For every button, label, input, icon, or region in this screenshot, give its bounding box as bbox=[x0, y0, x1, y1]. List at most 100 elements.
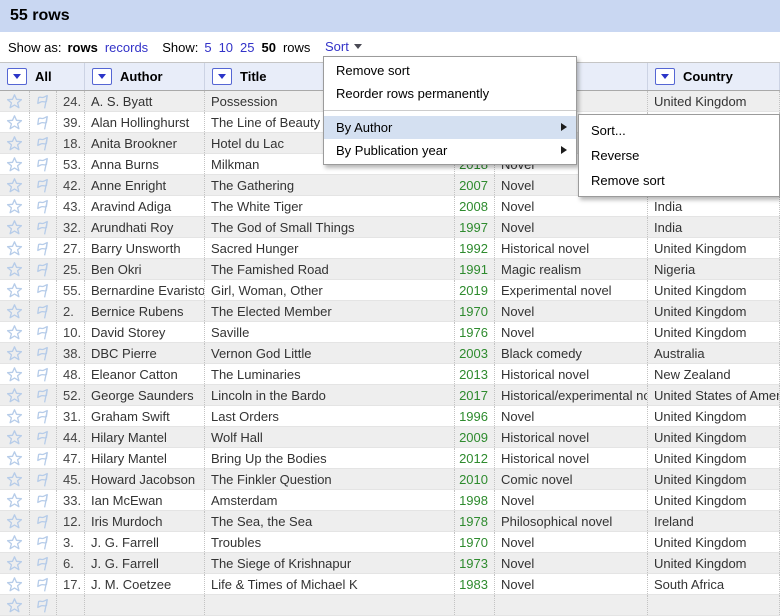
title-cell: Bring Up the Bodies bbox=[205, 448, 455, 468]
flag-icon[interactable] bbox=[35, 114, 52, 131]
page-size-5-link[interactable]: 5 bbox=[204, 40, 211, 55]
star-icon[interactable] bbox=[6, 492, 23, 509]
star-icon[interactable] bbox=[6, 261, 23, 278]
star-icon[interactable] bbox=[6, 324, 23, 341]
star-icon[interactable] bbox=[6, 219, 23, 236]
author-cell: Graham Swift bbox=[85, 406, 205, 426]
flag-icon[interactable] bbox=[35, 282, 52, 299]
flag-icon[interactable] bbox=[35, 219, 52, 236]
submenu-item[interactable]: Remove sort bbox=[579, 168, 779, 193]
flag-icon[interactable] bbox=[35, 345, 52, 362]
star-icon[interactable] bbox=[6, 114, 23, 131]
star-icon[interactable] bbox=[6, 387, 23, 404]
row-number: 52. bbox=[57, 385, 85, 405]
flag-icon[interactable] bbox=[35, 387, 52, 404]
author-cell: Hilary Mantel bbox=[85, 427, 205, 447]
menu-item[interactable]: By Publication year bbox=[324, 139, 576, 162]
star-icon[interactable] bbox=[6, 135, 23, 152]
flag-icon[interactable] bbox=[35, 177, 52, 194]
submenu-item[interactable]: Sort... bbox=[579, 118, 779, 143]
genre-cell: Novel bbox=[495, 406, 648, 426]
star-icon[interactable] bbox=[6, 450, 23, 467]
flag-icon[interactable] bbox=[35, 429, 52, 446]
country-cell: United Kingdom bbox=[648, 448, 780, 468]
author-cell: Bernice Rubens bbox=[85, 301, 205, 321]
flag-icon[interactable] bbox=[35, 303, 52, 320]
star-icon[interactable] bbox=[6, 198, 23, 215]
flag-icon[interactable] bbox=[35, 450, 52, 467]
flag-icon[interactable] bbox=[35, 135, 52, 152]
flag-icon[interactable] bbox=[35, 261, 52, 278]
author-cell: Anne Enright bbox=[85, 175, 205, 195]
column-dropdown-icon[interactable] bbox=[655, 68, 675, 85]
genre-cell: Novel bbox=[495, 532, 648, 552]
country-cell: South Africa bbox=[648, 574, 780, 594]
flag-icon[interactable] bbox=[35, 555, 52, 572]
genre-cell: Historical novel bbox=[495, 427, 648, 447]
flag-icon[interactable] bbox=[35, 471, 52, 488]
show-as-records-link[interactable]: records bbox=[105, 40, 148, 55]
star-icon[interactable] bbox=[6, 429, 23, 446]
star-icon[interactable] bbox=[6, 576, 23, 593]
table-row bbox=[0, 595, 780, 616]
page-size-10-link[interactable]: 10 bbox=[219, 40, 233, 55]
submenu-item-label: Remove sort bbox=[591, 173, 665, 188]
genre-cell: Novel bbox=[495, 196, 648, 216]
show-as-rows-option[interactable]: rows bbox=[67, 40, 97, 55]
column-label-country: Country bbox=[683, 69, 733, 84]
flag-cell bbox=[30, 112, 57, 132]
country-cell: United Kingdom bbox=[648, 553, 780, 573]
flag-icon[interactable] bbox=[35, 324, 52, 341]
flag-icon[interactable] bbox=[35, 576, 52, 593]
star-cell bbox=[0, 280, 30, 300]
star-cell bbox=[0, 196, 30, 216]
star-icon[interactable] bbox=[6, 345, 23, 362]
star-cell bbox=[0, 532, 30, 552]
flag-icon[interactable] bbox=[35, 513, 52, 530]
star-icon[interactable] bbox=[6, 366, 23, 383]
page-size-50-selected[interactable]: 50 bbox=[262, 40, 276, 55]
page-size-25-link[interactable]: 25 bbox=[240, 40, 254, 55]
menu-item[interactable]: Remove sort bbox=[324, 59, 576, 82]
column-dropdown-icon[interactable] bbox=[212, 68, 232, 85]
star-icon[interactable] bbox=[6, 597, 23, 614]
star-icon[interactable] bbox=[6, 408, 23, 425]
star-icon[interactable] bbox=[6, 240, 23, 257]
flag-icon[interactable] bbox=[35, 240, 52, 257]
star-icon[interactable] bbox=[6, 156, 23, 173]
column-dropdown-icon[interactable] bbox=[92, 68, 112, 85]
genre-cell: Experimental novel bbox=[495, 280, 648, 300]
flag-icon[interactable] bbox=[35, 534, 52, 551]
title-cell: The Finkler Question bbox=[205, 469, 455, 489]
column-dropdown-icon[interactable] bbox=[7, 68, 27, 85]
flag-icon[interactable] bbox=[35, 198, 52, 215]
title-cell: Sacred Hunger bbox=[205, 238, 455, 258]
star-icon[interactable] bbox=[6, 555, 23, 572]
star-icon[interactable] bbox=[6, 93, 23, 110]
star-icon[interactable] bbox=[6, 471, 23, 488]
menu-item[interactable]: By Author bbox=[324, 116, 576, 139]
flag-icon[interactable] bbox=[35, 597, 52, 614]
flag-icon[interactable] bbox=[35, 93, 52, 110]
flag-icon[interactable] bbox=[35, 492, 52, 509]
star-icon[interactable] bbox=[6, 177, 23, 194]
table-row: 38. DBC Pierre Vernon God Little 2003 Bl… bbox=[0, 343, 780, 364]
row-number: 55. bbox=[57, 280, 85, 300]
flag-icon[interactable] bbox=[35, 156, 52, 173]
star-icon[interactable] bbox=[6, 513, 23, 530]
country-cell: India bbox=[648, 217, 780, 237]
menu-item[interactable]: Reorder rows permanently bbox=[324, 82, 576, 105]
show-as-label: Show as: bbox=[8, 39, 62, 55]
row-number: 33. bbox=[57, 490, 85, 510]
year-cell: 1998 bbox=[455, 490, 495, 510]
star-icon[interactable] bbox=[6, 282, 23, 299]
submenu-item[interactable]: Reverse bbox=[579, 143, 779, 168]
author-cell: David Storey bbox=[85, 322, 205, 342]
submenu-item-label: Sort... bbox=[591, 123, 626, 138]
author-cell: J. M. Coetzee bbox=[85, 574, 205, 594]
flag-icon[interactable] bbox=[35, 366, 52, 383]
star-icon[interactable] bbox=[6, 534, 23, 551]
sort-menu-button[interactable]: Sort bbox=[325, 39, 362, 54]
star-icon[interactable] bbox=[6, 303, 23, 320]
flag-icon[interactable] bbox=[35, 408, 52, 425]
